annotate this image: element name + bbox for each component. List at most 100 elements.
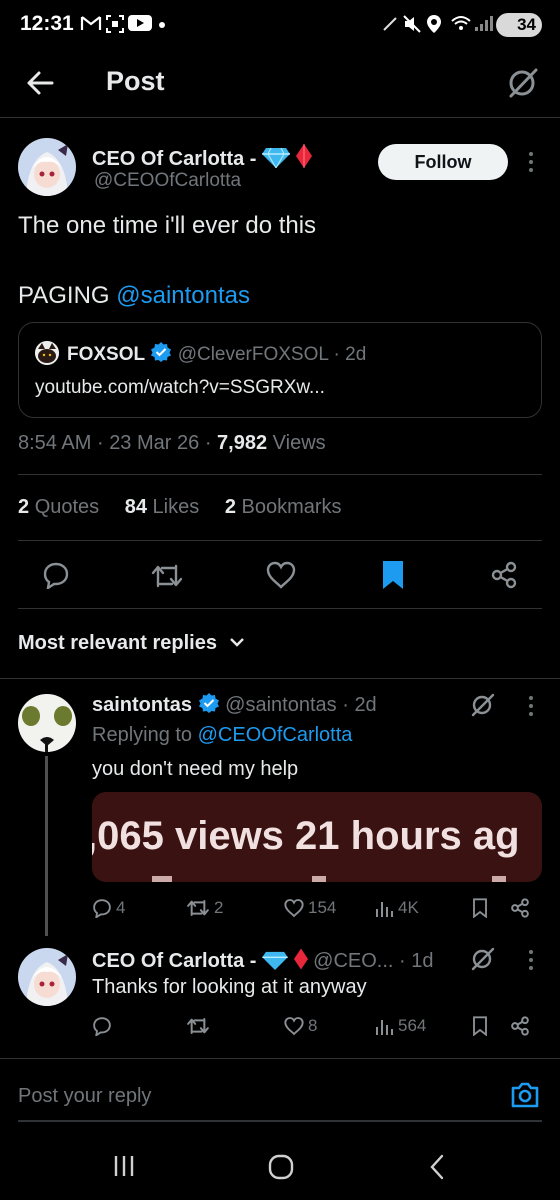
replying-to-handle[interactable]: @CEOOfCarlotta: [198, 724, 353, 746]
post-stats: 2 Quotes 84 Likes 2 Bookmarks: [18, 496, 342, 519]
repost-icon: [187, 899, 209, 917]
reply1-reply-action[interactable]: 4: [92, 898, 125, 918]
like-icon: [284, 1017, 304, 1036]
divider: [18, 608, 542, 609]
thread-connector-line: [45, 756, 48, 936]
reply1-media-image[interactable]: ,065 views 21 hours ag: [92, 792, 542, 882]
meta-separator: ·: [204, 432, 212, 454]
reply1-reply-count: 4: [116, 898, 126, 917]
author-name-row[interactable]: CEO Of Carlotta -: [92, 144, 312, 171]
red-diamond-emoji-icon: [295, 144, 312, 168]
post-text-prefix: PAGING: [18, 282, 110, 309]
quote-age: 2d: [345, 344, 367, 365]
share-icon[interactable]: [490, 561, 518, 589]
red-diamond-emoji-icon: [293, 948, 308, 970]
status-bar: 12:31 34: [0, 0, 560, 50]
more-options-icon[interactable]: [528, 152, 534, 176]
reply1-avatar[interactable]: [18, 694, 76, 752]
like-icon[interactable]: [266, 561, 296, 589]
notification-dot-icon: [159, 22, 165, 28]
location-icon: [426, 14, 442, 34]
author-avatar[interactable]: [18, 138, 76, 196]
pen-icon: [382, 14, 400, 32]
quote-author-handle: @CleverFOXSOL: [177, 344, 329, 365]
reply1-header: saintontas @saintontas · 2d: [92, 692, 377, 717]
reply2-age: 1d: [411, 950, 434, 972]
quote-link-text: youtube.com/watch?v=SSGRXw...: [35, 377, 325, 398]
likes-stat[interactable]: 84 Likes: [125, 496, 200, 518]
reply1-media-text: ,065 views 21 hours ag: [92, 814, 520, 858]
views-chart-icon: [376, 902, 393, 917]
bookmarks-count: 2: [224, 496, 236, 518]
more-options-icon[interactable]: [528, 950, 534, 974]
reply1-age: 2d: [354, 694, 377, 716]
reply1-author-name[interactable]: saintontas: [92, 694, 192, 716]
post-text-line2: PAGING @saintontas: [18, 282, 250, 310]
reply1-views-count: 4K: [398, 898, 419, 917]
page-title: Post: [106, 66, 165, 96]
reply2-separator: ·: [399, 950, 406, 972]
chevron-down-icon: [229, 636, 245, 648]
composer-underline: [18, 1120, 542, 1122]
reply-input[interactable]: Post your reply: [18, 1085, 151, 1108]
quote-separator: ·: [333, 344, 340, 365]
bookmark-icon[interactable]: [472, 1016, 488, 1036]
reply-icon[interactable]: [42, 561, 70, 589]
reply2-author-handle[interactable]: @CEO...: [313, 950, 393, 972]
media-fragment: [312, 876, 326, 882]
reply1-repost-count: 2: [214, 898, 224, 917]
post-date: 23 Mar 26: [109, 432, 200, 454]
bookmarks-label: Bookmarks: [241, 496, 342, 518]
reply1-views-action[interactable]: 4K: [374, 898, 419, 918]
bookmarks-stat[interactable]: 2 Bookmarks: [225, 496, 342, 518]
repost-icon[interactable]: [186, 1016, 210, 1036]
share-icon[interactable]: [510, 1016, 530, 1036]
home-icon[interactable]: [268, 1154, 294, 1180]
bookmark-icon[interactable]: [382, 560, 404, 590]
reply1-like-action[interactable]: 154: [284, 898, 336, 918]
quote-author-avatar: [35, 341, 59, 365]
reply2-avatar[interactable]: [18, 948, 76, 1006]
grok-icon[interactable]: [470, 946, 496, 972]
reply2-header: CEO Of Carlotta - @CEO... · 1d: [92, 948, 434, 973]
divider: [18, 474, 542, 475]
reply1-repost-action[interactable]: 2: [186, 898, 223, 918]
divider: [18, 540, 542, 541]
youtube-icon: [128, 14, 152, 32]
grok-icon[interactable]: [506, 66, 540, 100]
more-options-icon[interactable]: [528, 696, 534, 720]
post-mention[interactable]: @saintontas: [116, 282, 250, 309]
quotes-count: 2: [18, 496, 30, 518]
camera-icon[interactable]: [510, 1081, 540, 1109]
follow-button[interactable]: Follow: [378, 144, 508, 180]
blue-diamond-emoji-icon: [262, 146, 291, 168]
repost-icon[interactable]: [150, 562, 184, 590]
recent-apps-icon[interactable]: [112, 1154, 136, 1178]
media-fragment: [492, 876, 506, 882]
bookmark-icon[interactable]: [472, 898, 488, 918]
top-bar: Post: [0, 52, 560, 118]
reply2-like-action[interactable]: 8: [284, 1016, 317, 1036]
replies-sort-label: Most relevant replies: [18, 632, 217, 654]
reply1-text: you don't need my help: [92, 758, 299, 780]
back-arrow-icon[interactable]: [26, 70, 54, 96]
reply1-author-handle[interactable]: @saintontas: [225, 694, 336, 716]
back-icon[interactable]: [428, 1154, 446, 1180]
replies-sort-dropdown[interactable]: Most relevant replies: [18, 632, 245, 655]
quotes-label: Quotes: [34, 496, 100, 518]
reply-icon[interactable]: [92, 1016, 112, 1036]
grok-icon[interactable]: [470, 692, 496, 718]
system-nav-bar: [0, 1130, 560, 1200]
status-time: 12:31: [20, 12, 74, 35]
likes-count: 84: [124, 496, 147, 518]
reply-icon: [93, 899, 111, 918]
like-icon: [284, 899, 304, 918]
author-handle[interactable]: @CEOOfCarlotta: [94, 170, 241, 192]
battery-level: 34: [517, 15, 536, 34]
share-icon[interactable]: [510, 898, 530, 918]
quotes-stat[interactable]: 2 Quotes: [18, 496, 99, 518]
verified-badge-icon: [198, 692, 220, 714]
reply2-author-name[interactable]: CEO Of Carlotta -: [92, 950, 256, 972]
reply2-views-action[interactable]: 564: [374, 1016, 426, 1036]
quoted-post-card[interactable]: FOXSOL @CleverFOXSOL · 2d youtube.com/wa…: [18, 322, 542, 418]
